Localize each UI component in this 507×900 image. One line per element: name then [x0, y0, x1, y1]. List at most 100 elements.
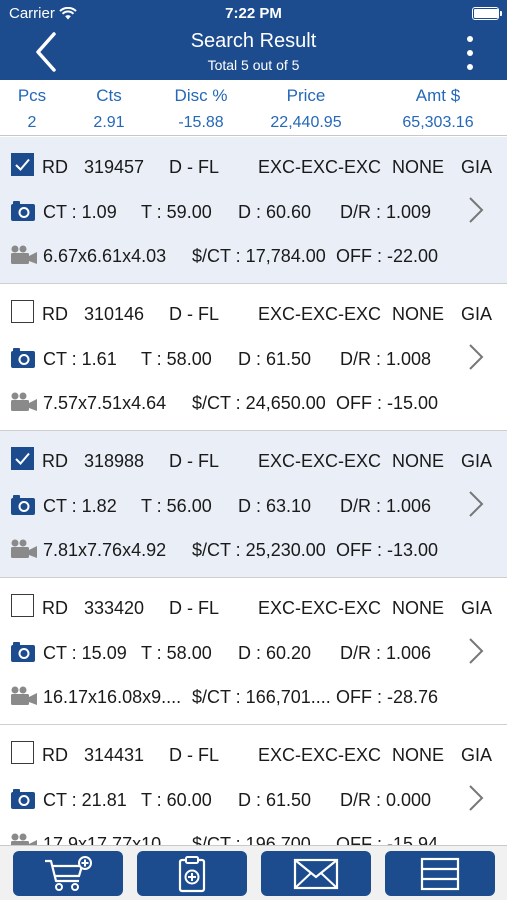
camera-icon[interactable] — [10, 200, 36, 222]
result-row[interactable]: RD 318988 D - FL EXC-EXC-EXC NONE GIA CT… — [0, 431, 507, 578]
result-row-metrics: CT : 15.09 T : 58.00 D : 60.20 D/R : 1.0… — [0, 636, 507, 667]
cut-polish-symmetry: EXC-EXC-EXC — [258, 304, 382, 324]
cut-polish-symmetry: EXC-EXC-EXC — [258, 745, 382, 765]
cart-add-icon — [45, 855, 92, 891]
result-row[interactable]: RD 314431 D - FL EXC-EXC-EXC NONE GIA CT… — [0, 725, 507, 850]
discount-off: OFF : -15.00 — [336, 393, 439, 413]
stock-number: 319457 — [84, 157, 145, 177]
color-clarity: D - FL — [169, 451, 220, 471]
email-button[interactable] — [261, 851, 371, 896]
table-value: T : 56.00 — [141, 496, 212, 516]
depth-ratio-value: D/R : 1.008 — [340, 349, 432, 369]
camera-icon[interactable] — [10, 347, 36, 369]
video-camera-icon[interactable] — [10, 539, 38, 559]
summary-header-pcs: Pcs — [17, 86, 47, 105]
summary-header-amt: Amt $ — [415, 86, 461, 105]
more-dot-icon — [467, 64, 473, 70]
summary-bar: Pcs Cts Disc % Price Amt $ 2 2.91 -15.88… — [0, 80, 507, 136]
table-value: T : 60.00 — [141, 790, 212, 810]
menu-list-button[interactable] — [385, 851, 495, 896]
measurements: 7.57x7.51x4.64 — [43, 393, 167, 413]
add-to-list-button[interactable] — [137, 851, 247, 896]
list-icon — [420, 857, 460, 890]
result-row-header: RD 319457 D - FL EXC-EXC-EXC NONE GIA — [0, 153, 507, 181]
camera-icon[interactable] — [10, 641, 36, 663]
depth-ratio-value: D/R : 1.006 — [340, 643, 432, 663]
battery-icon — [472, 7, 502, 20]
mail-icon — [293, 858, 339, 889]
select-checkbox[interactable] — [11, 300, 34, 323]
select-checkbox[interactable] — [11, 153, 34, 176]
add-to-cart-button[interactable] — [13, 851, 123, 896]
result-row-pricing: 7.81x7.76x4.92 $/CT : 25,230.00 OFF : -1… — [0, 536, 507, 564]
camera-icon[interactable] — [10, 788, 36, 810]
stock-number: 318988 — [84, 451, 145, 471]
status-bar: Carrier 7:22 PM — [0, 0, 507, 26]
result-row[interactable]: RD 319457 D - FL EXC-EXC-EXC NONE GIA CT… — [0, 137, 507, 284]
camera-icon[interactable] — [10, 494, 36, 516]
result-row-metrics: CT : 1.09 T : 59.00 D : 60.60 D/R : 1.00… — [0, 195, 507, 226]
summary-header-disc: Disc % — [174, 86, 228, 105]
discount-off: OFF : -22.00 — [336, 246, 439, 266]
more-options-button[interactable] — [463, 36, 477, 70]
depth-ratio-value: D/R : 1.006 — [340, 496, 432, 516]
lab-name: GIA — [461, 745, 493, 765]
discount-off: OFF : -28.76 — [336, 687, 439, 707]
chevron-right-icon[interactable] — [464, 195, 486, 225]
summary-value-cts: 2.91 — [93, 114, 125, 131]
carat-value: CT : 1.82 — [43, 496, 117, 516]
result-row-metrics: CT : 1.82 T : 56.00 D : 63.10 D/R : 1.00… — [0, 489, 507, 520]
depth-ratio-value: D/R : 0.000 — [340, 790, 432, 810]
result-row-header: RD 318988 D - FL EXC-EXC-EXC NONE GIA — [0, 447, 507, 475]
price-per-carat: $/CT : 24,650.00 — [192, 393, 326, 413]
bottom-toolbar — [0, 845, 507, 900]
fluorescence: NONE — [392, 157, 445, 177]
chevron-right-icon[interactable] — [464, 636, 486, 666]
results-list[interactable]: RD 319457 D - FL EXC-EXC-EXC NONE GIA CT… — [0, 137, 507, 850]
fluorescence: NONE — [392, 745, 445, 765]
result-row-header: RD 333420 D - FL EXC-EXC-EXC NONE GIA — [0, 594, 507, 622]
result-row-header: RD 310146 D - FL EXC-EXC-EXC NONE GIA — [0, 300, 507, 328]
chevron-right-icon[interactable] — [464, 783, 486, 813]
back-button[interactable] — [28, 30, 64, 74]
color-clarity: D - FL — [169, 157, 220, 177]
select-checkbox[interactable] — [11, 594, 34, 617]
color-clarity: D - FL — [169, 304, 220, 324]
cut-polish-symmetry: EXC-EXC-EXC — [258, 157, 382, 177]
result-row-pricing: 7.57x7.51x4.64 $/CT : 24,650.00 OFF : -1… — [0, 389, 507, 417]
fluorescence: NONE — [392, 451, 445, 471]
summary-value-disc: -15.88 — [178, 114, 224, 131]
summary-header-price: Price — [286, 86, 326, 105]
carat-value: CT : 1.09 — [43, 202, 117, 222]
video-camera-icon[interactable] — [10, 686, 38, 706]
summary-header-cts: Cts — [96, 86, 122, 105]
measurements: 16.17x16.08x9.... — [43, 687, 182, 707]
checkmark-icon — [15, 452, 30, 465]
select-checkbox[interactable] — [11, 741, 34, 764]
result-row-pricing: 6.67x6.61x4.03 $/CT : 17,784.00 OFF : -2… — [0, 242, 507, 270]
carat-value: CT : 21.81 — [43, 790, 127, 810]
video-camera-icon[interactable] — [10, 245, 38, 265]
result-row[interactable]: RD 310146 D - FL EXC-EXC-EXC NONE GIA CT… — [0, 284, 507, 431]
depth-value: D : 61.50 — [238, 349, 312, 369]
result-row-metrics: CT : 21.81 T : 60.00 D : 61.50 D/R : 0.0… — [0, 783, 507, 814]
stock-number: 314431 — [84, 745, 145, 765]
carrier-label: Carrier — [9, 5, 55, 22]
chevron-right-icon[interactable] — [464, 342, 486, 372]
chevron-left-icon — [36, 32, 56, 72]
summary-value-price: 22,440.95 — [270, 114, 342, 131]
color-clarity: D - FL — [169, 745, 220, 765]
result-row[interactable]: RD 333420 D - FL EXC-EXC-EXC NONE GIA CT… — [0, 578, 507, 725]
summary-value-pcs: 2 — [27, 114, 37, 131]
cut-polish-symmetry: EXC-EXC-EXC — [258, 451, 382, 471]
video-camera-icon[interactable] — [10, 392, 38, 412]
chevron-right-icon[interactable] — [464, 489, 486, 519]
price-per-carat: $/CT : 17,784.00 — [192, 246, 326, 266]
table-value: T : 58.00 — [141, 643, 212, 663]
wifi-icon — [59, 7, 77, 20]
select-checkbox[interactable] — [11, 447, 34, 470]
lab-name: GIA — [461, 451, 493, 471]
table-value: T : 59.00 — [141, 202, 212, 222]
lab-name: GIA — [461, 157, 493, 177]
result-row-header: RD 314431 D - FL EXC-EXC-EXC NONE GIA — [0, 741, 507, 769]
